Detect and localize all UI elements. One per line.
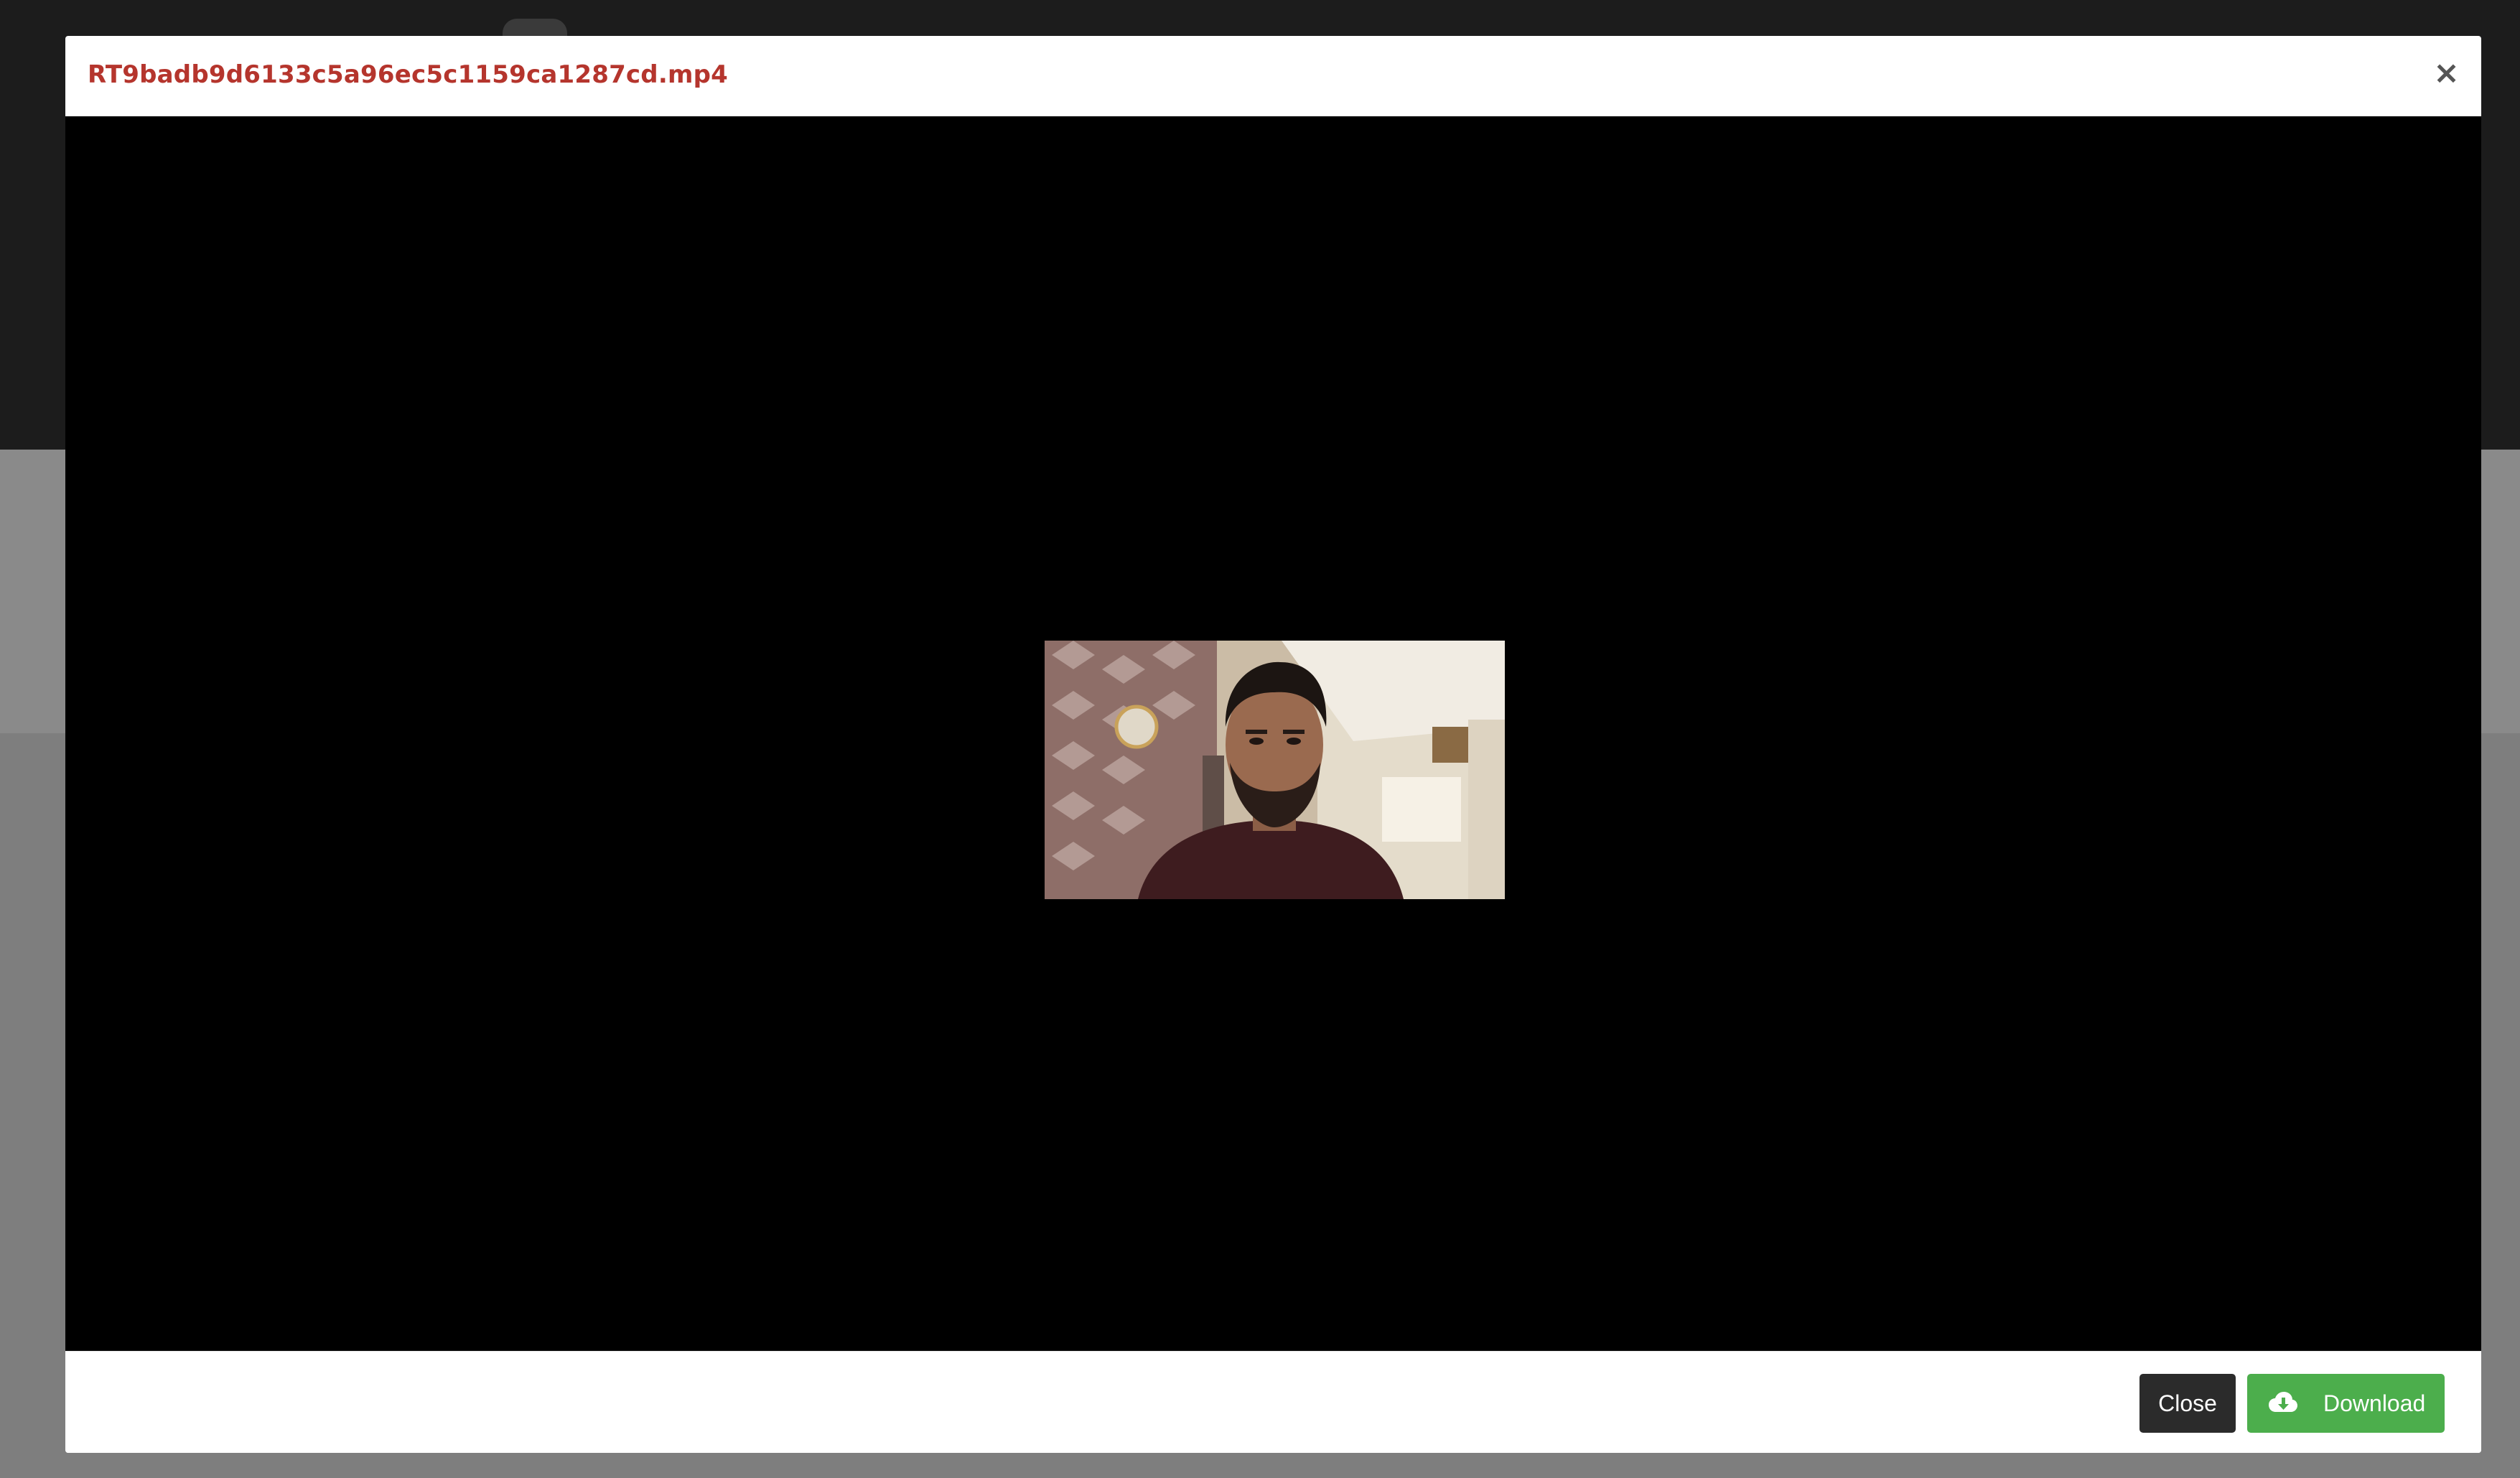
close-button[interactable]: Close [2139, 1374, 2236, 1433]
modal-title: RT9badb9d6133c5a96ec5c1159ca1287cd.mp4 [88, 60, 728, 89]
modal-footer: Close Download [65, 1351, 2481, 1453]
download-button[interactable]: Download [2247, 1374, 2445, 1433]
cloud-download-icon [2269, 1392, 2297, 1415]
video-player[interactable] [65, 116, 2481, 1351]
modal-header: RT9badb9d6133c5a96ec5c1159ca1287cd.mp4 × [65, 36, 2481, 116]
download-button-label: Download [2323, 1390, 2426, 1416]
close-icon[interactable]: × [2433, 56, 2460, 90]
video-frame[interactable] [1045, 641, 1505, 899]
video-preview-modal: RT9badb9d6133c5a96ec5c1159ca1287cd.mp4 × [65, 36, 2481, 1453]
video-frame-image [1045, 641, 1505, 899]
